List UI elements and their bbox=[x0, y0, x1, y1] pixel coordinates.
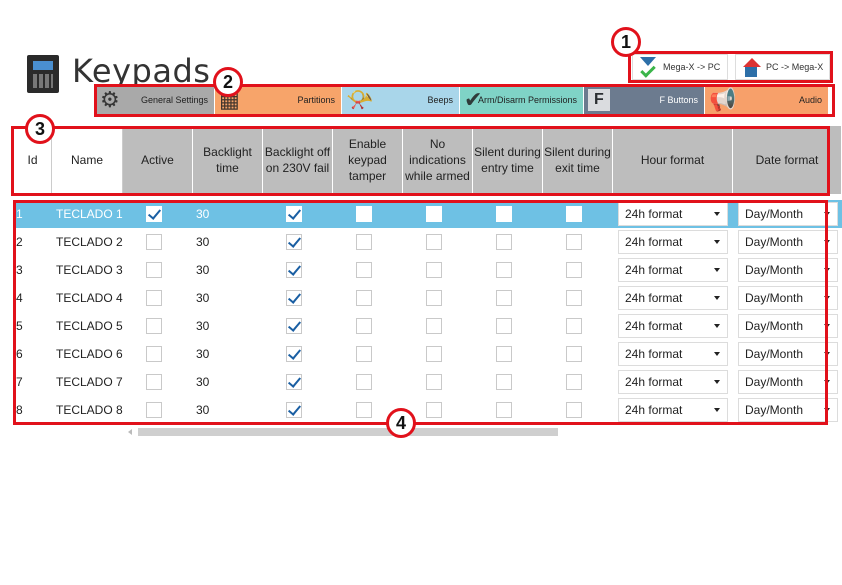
annotation-box-4 bbox=[13, 200, 828, 425]
annotation-box-3 bbox=[11, 126, 830, 196]
annotation-badge-4: 4 bbox=[386, 408, 416, 438]
annotation-badge-1: 1 bbox=[611, 27, 641, 57]
scroll-left-icon[interactable] bbox=[128, 429, 132, 435]
horizontal-scrollbar[interactable] bbox=[128, 428, 818, 436]
annotation-box-2 bbox=[94, 84, 835, 117]
scrollbar-thumb[interactable] bbox=[138, 428, 558, 436]
keypad-app-icon bbox=[27, 55, 59, 93]
annotation-badge-3: 3 bbox=[25, 114, 55, 144]
annotation-badge-2: 2 bbox=[213, 67, 243, 97]
annotation-box-1 bbox=[628, 51, 833, 83]
